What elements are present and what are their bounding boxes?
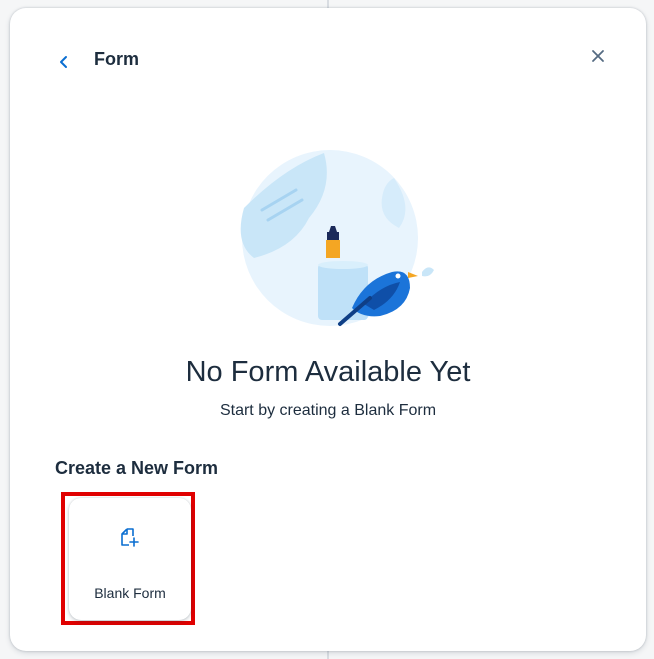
- add-document-icon: [121, 528, 139, 547]
- empty-state-title: No Form Available Yet: [185, 356, 471, 388]
- dialog-title: Form: [94, 49, 139, 69]
- create-section-title: Create a New Form: [55, 458, 219, 478]
- chevron-left-icon: [60, 56, 67, 68]
- close-button[interactable]: [586, 44, 610, 68]
- bird-with-note-illustration: [240, 150, 434, 326]
- blank-form-tile[interactable]: Blank Form: [69, 498, 191, 620]
- back-button[interactable]: [54, 52, 74, 72]
- form-dialog: Form No Form Available Yet Start by crea…: [10, 8, 646, 651]
- empty-state-subtitle: Start by creating a Blank Form: [219, 402, 437, 419]
- close-icon: [592, 50, 604, 62]
- blank-form-label: Blank Form: [94, 585, 166, 601]
